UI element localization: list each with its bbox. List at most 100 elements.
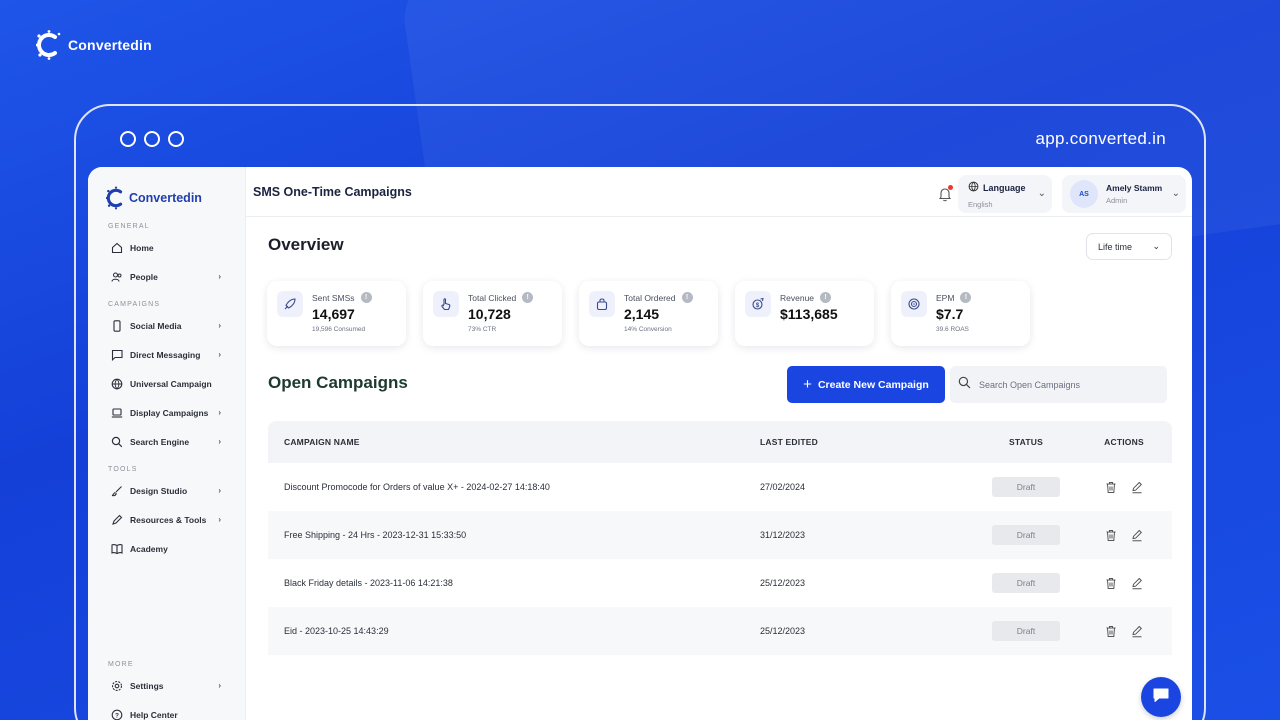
campaign-name[interactable]: Black Friday details - 2023-11-06 14:21:… xyxy=(268,578,760,588)
sidebar-item-help-center[interactable]: ? Help Center xyxy=(88,700,245,720)
sidebar-item-academy[interactable]: Academy xyxy=(88,534,245,563)
sidebar-item-label: Help Center xyxy=(130,709,178,720)
stat-subtext: 19,596 Consumed xyxy=(312,326,366,333)
overview-title: Overview xyxy=(268,235,344,254)
message-icon xyxy=(110,348,124,362)
search-icon xyxy=(958,376,971,394)
campaign-last-edited: 25/12/2023 xyxy=(760,578,806,588)
chat-support-button[interactable] xyxy=(1141,677,1181,717)
trash-icon[interactable] xyxy=(1104,576,1118,590)
sidebar-section-more: MORE xyxy=(108,661,134,668)
status-badge: Draft xyxy=(992,477,1060,497)
money-icon: $ xyxy=(745,291,771,317)
user-name: Amely Stamm xyxy=(1106,183,1163,193)
language-selector[interactable]: Language English ⌄ xyxy=(958,175,1052,213)
date-range-select[interactable]: Life time ⌄ xyxy=(1086,233,1172,260)
chevron-right-icon: › xyxy=(218,681,221,690)
campaign-name[interactable]: Free Shipping - 24 Hrs - 2023-12-31 15:3… xyxy=(268,530,760,540)
stat-label: Total Ordered xyxy=(624,292,676,303)
chat-icon xyxy=(1151,685,1171,710)
sidebar-item-direct-messaging[interactable]: Direct Messaging › xyxy=(88,340,245,369)
app-window: Convertedin GENERAL Home People › CAMPAI… xyxy=(88,167,1192,720)
stat-card-total-ordered: Total Ordered! 2,145 14% Conversion xyxy=(579,281,718,346)
info-icon[interactable]: ! xyxy=(960,292,972,303)
svg-text:$: $ xyxy=(756,303,760,309)
sidebar-item-label: Search Engine xyxy=(130,436,190,447)
sidebar-item-resources-tools[interactable]: Resources & Tools › xyxy=(88,505,245,534)
chevron-down-icon: ⌄ xyxy=(1037,188,1046,199)
info-icon[interactable]: ! xyxy=(522,292,534,303)
window-dot-icon xyxy=(144,131,160,147)
sidebar-section-general: GENERAL xyxy=(108,223,150,230)
edit-icon[interactable] xyxy=(1130,528,1144,542)
sidebar-item-universal-campaign[interactable]: Universal Campaign xyxy=(88,369,245,398)
sidebar-section-campaigns: CAMPAIGNS xyxy=(108,301,161,308)
table-row[interactable]: Free Shipping - 24 Hrs - 2023-12-31 15:3… xyxy=(268,511,1172,559)
sidebar: Convertedin GENERAL Home People › CAMPAI… xyxy=(88,167,246,720)
stats-row: Sent SMSs! 14,697 19,596 Consumed Total … xyxy=(267,281,1030,346)
edit-icon[interactable] xyxy=(1130,480,1144,494)
sidebar-bottom: MORE Settings › ? Help Center xyxy=(88,651,245,720)
brush-icon xyxy=(110,484,124,498)
home-icon xyxy=(110,241,124,255)
trash-icon[interactable] xyxy=(1104,624,1118,638)
notification-bell-icon[interactable] xyxy=(938,185,953,202)
sidebar-item-people[interactable]: People › xyxy=(88,262,245,291)
user-menu[interactable]: AS Amely Stamm Admin ⌄ xyxy=(1062,175,1186,213)
sidebar-item-label: Settings xyxy=(130,680,164,691)
column-header-last-edited[interactable]: LAST EDITED xyxy=(760,437,976,447)
chevron-right-icon: › xyxy=(218,437,221,446)
trash-icon[interactable] xyxy=(1104,480,1118,494)
info-icon[interactable]: ! xyxy=(681,292,693,303)
sidebar-item-label: People xyxy=(130,271,158,282)
campaign-name[interactable]: Discount Promocode for Orders of value X… xyxy=(268,482,760,492)
info-icon[interactable]: ! xyxy=(820,292,832,303)
sidebar-brand[interactable]: Convertedin xyxy=(88,183,245,213)
stat-value: 2,145 xyxy=(624,306,660,322)
table-row[interactable]: Discount Promocode for Orders of value X… xyxy=(268,463,1172,511)
create-campaign-button[interactable]: + Create New Campaign xyxy=(787,366,945,403)
rocket-icon xyxy=(277,291,303,317)
status-badge: Draft xyxy=(992,573,1060,593)
table-row[interactable]: Black Friday details - 2023-11-06 14:21:… xyxy=(268,559,1172,607)
column-header-actions: ACTIONS xyxy=(1104,437,1144,447)
stat-value: $113,685 xyxy=(780,306,838,322)
sidebar-item-home[interactable]: Home xyxy=(88,233,245,262)
stat-card-total-clicked: Total Clicked! 10,728 73% CTR xyxy=(423,281,562,346)
campaign-name[interactable]: Eid - 2023-10-25 14:43:29 xyxy=(268,626,760,636)
campaign-last-edited: 25/12/2023 xyxy=(760,626,806,636)
stat-value: 10,728 xyxy=(468,306,511,322)
campaigns-table: CAMPAIGN NAME LAST EDITED STATUS ACTIONS… xyxy=(268,421,1172,655)
sidebar-item-settings[interactable]: Settings › xyxy=(88,671,245,700)
notification-dot xyxy=(948,185,953,190)
edit-icon[interactable] xyxy=(1130,624,1144,638)
convertedin-logo-icon xyxy=(35,30,62,60)
svg-text:?: ? xyxy=(115,712,119,719)
convertedin-logo-icon xyxy=(106,186,123,210)
window-controls xyxy=(120,131,184,147)
avatar: AS xyxy=(1070,180,1098,208)
info-icon[interactable]: ! xyxy=(360,292,372,303)
stat-subtext: 14% Conversion xyxy=(624,326,672,333)
people-icon xyxy=(110,270,124,284)
table-row[interactable]: Eid - 2023-10-25 14:43:29 25/12/2023 Dra… xyxy=(268,607,1172,655)
book-icon xyxy=(110,542,124,556)
sidebar-item-display-campaigns[interactable]: Display Campaigns › xyxy=(88,398,245,427)
sidebar-item-design-studio[interactable]: Design Studio › xyxy=(88,476,245,505)
chevron-right-icon: › xyxy=(218,515,221,524)
window-dot-icon xyxy=(120,131,136,147)
sidebar-item-label: Resources & Tools xyxy=(130,514,207,525)
edit-icon[interactable] xyxy=(1130,576,1144,590)
page-title: SMS One-Time Campaigns xyxy=(253,184,412,199)
stat-subtext: 39.6 ROAS xyxy=(936,326,969,333)
laptop-icon xyxy=(110,406,124,420)
campaign-search[interactable] xyxy=(950,366,1167,403)
sidebar-item-search-engine[interactable]: Search Engine › xyxy=(88,427,245,456)
sidebar-item-social-media[interactable]: Social Media › xyxy=(88,311,245,340)
search-input[interactable] xyxy=(979,379,1159,390)
column-header-name[interactable]: CAMPAIGN NAME xyxy=(268,437,760,447)
trash-icon[interactable] xyxy=(1104,528,1118,542)
campaign-last-edited: 31/12/2023 xyxy=(760,530,806,540)
stat-card-sent-smss: Sent SMSs! 14,697 19,596 Consumed xyxy=(267,281,406,346)
stat-label: Sent SMSs xyxy=(312,292,355,303)
